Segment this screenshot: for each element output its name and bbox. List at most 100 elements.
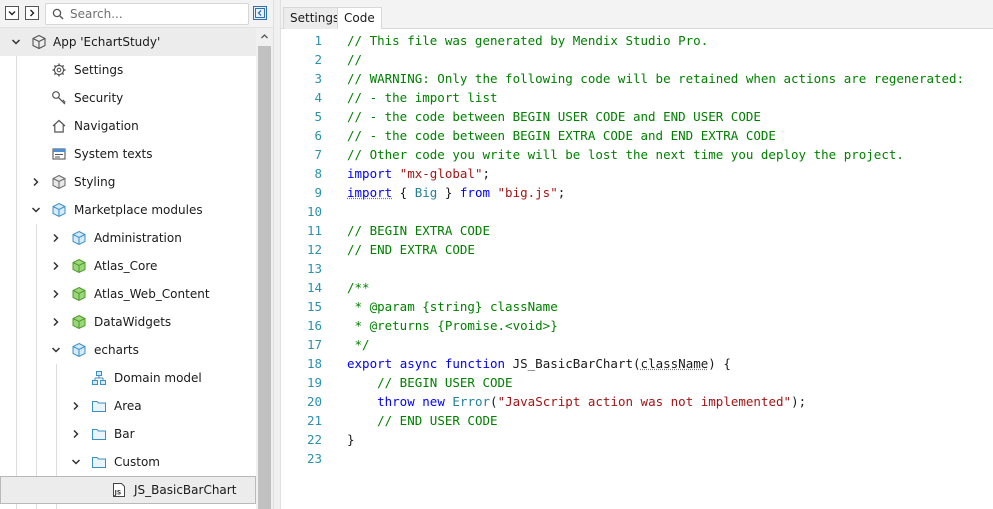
tree-item-datawidgets[interactable]: DataWidgets bbox=[0, 308, 256, 336]
project-tree: App 'EchartStudy' Settings Security Navi… bbox=[0, 28, 256, 509]
code-line[interactable]: 2 // bbox=[281, 50, 993, 69]
code-text: */ bbox=[347, 335, 370, 354]
line-number: 7 bbox=[314, 147, 322, 162]
code-token: Big bbox=[414, 185, 438, 200]
code-line[interactable]: 5 // - the code between BEGIN USER CODE a… bbox=[281, 107, 993, 126]
code-line[interactable]: 23 bbox=[281, 449, 993, 468]
javascript-action-icon: JS bbox=[113, 483, 125, 497]
chevron-right-icon[interactable] bbox=[50, 316, 62, 328]
code-line[interactable]: 21 // END USER CODE bbox=[281, 411, 993, 430]
chevron-right-icon[interactable] bbox=[50, 260, 62, 272]
tree-item-administration[interactable]: Administration bbox=[0, 224, 256, 252]
tree-item-system-texts[interactable]: System texts bbox=[0, 140, 256, 168]
code-line[interactable]: 8 import "mx-global"; bbox=[281, 164, 993, 183]
chevron-right-icon[interactable] bbox=[30, 176, 42, 188]
code-text: // BEGIN USER CODE bbox=[347, 373, 512, 392]
tree-item-label: Area bbox=[114, 399, 142, 413]
tree-item-atlas-web-content[interactable]: Atlas_Web_Content bbox=[0, 280, 256, 308]
code-token: // BEGIN EXTRA CODE bbox=[347, 223, 490, 238]
line-number: 1 bbox=[314, 33, 322, 48]
module-icon bbox=[72, 230, 86, 246]
line-number: 16 bbox=[306, 318, 322, 333]
line-number: 12 bbox=[306, 242, 322, 257]
tree-item-echarts[interactable]: echarts bbox=[0, 336, 256, 364]
code-text: // - the code between BEGIN EXTRA CODE a… bbox=[347, 126, 776, 145]
code-line[interactable]: 4 // - the import list bbox=[281, 88, 993, 107]
scrollbar-thumb[interactable] bbox=[258, 46, 271, 509]
tree-item-js-basicbarchart[interactable]: JS JS_BasicBarChart bbox=[0, 476, 256, 504]
code-line[interactable]: 15 * @param {string} className bbox=[281, 297, 993, 316]
gear-icon bbox=[52, 63, 66, 77]
code-token: // END USER CODE bbox=[377, 413, 498, 428]
code-line[interactable]: 1 // This file was generated by Mendix St… bbox=[281, 31, 993, 50]
tree-item-bar[interactable]: Bar bbox=[0, 420, 256, 448]
chevron-right-icon[interactable] bbox=[50, 232, 62, 244]
tree-item-label: Administration bbox=[94, 231, 182, 245]
chevron-down-icon[interactable] bbox=[50, 344, 62, 356]
code-line[interactable]: 14 /** bbox=[281, 278, 993, 297]
code-line[interactable]: 19 // BEGIN USER CODE bbox=[281, 373, 993, 392]
code-token: from bbox=[459, 185, 490, 200]
chevron-right-icon[interactable] bbox=[50, 288, 62, 300]
code-token: ) { bbox=[708, 356, 731, 371]
expand-all-icon[interactable] bbox=[25, 6, 39, 20]
code-text: throw new Error("JavaScript action was n… bbox=[347, 392, 806, 411]
code-text: /** bbox=[347, 278, 370, 297]
chevron-right-icon[interactable] bbox=[70, 428, 82, 440]
tree-item-app[interactable]: App 'EchartStudy' bbox=[0, 28, 256, 56]
code-token: JS_BasicBarChart( bbox=[505, 356, 641, 371]
code-token: async bbox=[399, 356, 438, 371]
code-line[interactable]: 6 // - the code between BEGIN EXTRA CODE … bbox=[281, 126, 993, 145]
tree-item-domain-model[interactable]: Domain model bbox=[0, 364, 256, 392]
tree-item-security[interactable]: Security bbox=[0, 84, 256, 112]
code-line[interactable]: 9 import { Big } from "big.js"; bbox=[281, 183, 993, 202]
code-line[interactable]: 10 bbox=[281, 202, 993, 221]
chevron-down-icon[interactable] bbox=[70, 456, 82, 468]
chevron-right-icon[interactable] bbox=[70, 400, 82, 412]
tree-item-navigation[interactable]: Navigation bbox=[0, 112, 256, 140]
tree-item-marketplace-modules[interactable]: Marketplace modules bbox=[0, 196, 256, 224]
line-number: 13 bbox=[306, 261, 322, 276]
folder-icon bbox=[92, 401, 106, 412]
code-line[interactable]: 18 export async function JS_BasicBarChart… bbox=[281, 354, 993, 373]
code-line[interactable]: 13 bbox=[281, 259, 993, 278]
code-line[interactable]: 16 * @returns {Promise.<void>} bbox=[281, 316, 993, 335]
line-number: 9 bbox=[314, 185, 322, 200]
tab-code[interactable]: Code bbox=[337, 7, 382, 30]
module-green-icon bbox=[72, 258, 86, 274]
code-line[interactable]: 20 throw new Error("JavaScript action wa… bbox=[281, 392, 993, 411]
code-line[interactable]: 3 // WARNING: Only the following code wil… bbox=[281, 69, 993, 88]
tree-item-custom[interactable]: Custom bbox=[0, 448, 256, 476]
app-explorer-panel: App 'EchartStudy' Settings Security Na bbox=[0, 0, 273, 509]
code-line[interactable]: 22} bbox=[281, 430, 993, 449]
module-green-icon bbox=[72, 286, 86, 302]
sync-explorer-icon[interactable] bbox=[253, 6, 267, 20]
tree-item-settings[interactable]: Settings bbox=[0, 56, 256, 84]
tree-item-label: Domain model bbox=[114, 371, 202, 385]
code-area[interactable]: 1 // This file was generated by Mendix St… bbox=[281, 29, 993, 509]
code-token: function bbox=[444, 356, 506, 371]
tree-item-label: Navigation bbox=[74, 119, 139, 133]
search-icon bbox=[52, 8, 64, 20]
code-line[interactable]: 7 // Other code you write will be lost th… bbox=[281, 145, 993, 164]
search-box[interactable] bbox=[45, 3, 249, 25]
chevron-down-icon[interactable] bbox=[30, 204, 42, 216]
tree-scrollbar[interactable] bbox=[256, 28, 273, 509]
tree-item-label: Custom bbox=[114, 455, 160, 469]
search-input[interactable] bbox=[68, 5, 244, 23]
tree-item-area[interactable]: Area bbox=[0, 392, 256, 420]
scroll-up-icon[interactable] bbox=[260, 32, 269, 41]
code-line[interactable]: 17 */ bbox=[281, 335, 993, 354]
code-token: ; bbox=[557, 185, 566, 200]
tree-item-atlas-core[interactable]: Atlas_Core bbox=[0, 252, 256, 280]
home-icon bbox=[52, 119, 66, 133]
panel-splitter[interactable] bbox=[273, 0, 281, 509]
line-number: 8 bbox=[314, 166, 322, 181]
code-token: } bbox=[437, 185, 460, 200]
tree-item-styling[interactable]: Styling bbox=[0, 168, 256, 196]
chevron-down-icon[interactable] bbox=[10, 36, 22, 48]
code-line[interactable]: 11 // BEGIN EXTRA CODE bbox=[281, 221, 993, 240]
collapse-all-icon[interactable] bbox=[5, 6, 19, 20]
code-line[interactable]: 12 // END EXTRA CODE bbox=[281, 240, 993, 259]
